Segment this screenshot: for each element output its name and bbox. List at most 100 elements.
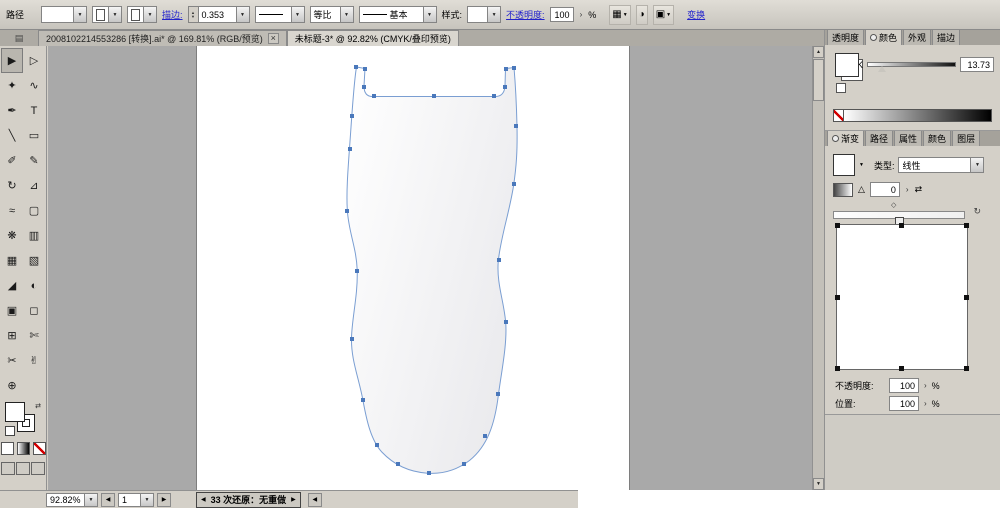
stroke-panel-link[interactable]: 描边: bbox=[162, 8, 183, 21]
reverse-gradient-icon[interactable]: ⇄ bbox=[915, 184, 923, 195]
tab-layers[interactable]: 图层 bbox=[952, 130, 980, 146]
screen-mode-menubar-button[interactable] bbox=[16, 462, 30, 475]
none-mode-button[interactable] bbox=[33, 442, 46, 455]
pencil-tool[interactable]: ✎ bbox=[23, 148, 45, 173]
opacity-panel-link[interactable]: 不透明度: bbox=[506, 8, 545, 21]
rotate-tool[interactable]: ↻ bbox=[1, 173, 23, 198]
symbol-sprayer-tool[interactable]: ❋ bbox=[1, 223, 23, 248]
next-icon[interactable]: ▶ bbox=[291, 496, 296, 503]
gradient-type-combo[interactable]: 线性 ▼ bbox=[898, 157, 984, 173]
fill-swatch[interactable] bbox=[5, 402, 25, 422]
chevron-down-icon[interactable]: ▼ bbox=[291, 7, 304, 22]
anchor-point[interactable] bbox=[361, 398, 365, 402]
zoom-tool[interactable]: ⊕ bbox=[1, 373, 23, 398]
gradient-fill-icon[interactable] bbox=[833, 183, 853, 197]
brush-definition-combo[interactable]: 基本 ▼ bbox=[359, 6, 437, 23]
uniform-profile-combo[interactable]: 等比 ▼ bbox=[310, 6, 354, 23]
tab-color[interactable]: 颜色 bbox=[865, 29, 902, 45]
crop-area-tool[interactable]: ⊞ bbox=[1, 323, 23, 348]
mesh-tool[interactable]: ▦ bbox=[1, 248, 23, 273]
gradient-angle-input[interactable]: 0 bbox=[870, 182, 900, 197]
stroke-weight-spinner[interactable]: ▲▼ bbox=[189, 7, 199, 22]
transform-panel-link[interactable]: 变换 bbox=[687, 8, 705, 21]
gradient-tool[interactable]: ▧ bbox=[23, 248, 45, 273]
mini-swatch[interactable] bbox=[836, 83, 846, 93]
scroll-down-icon[interactable]: ▼ bbox=[813, 478, 824, 490]
hand-tool[interactable]: ✌ bbox=[23, 348, 45, 373]
anchor-point[interactable] bbox=[512, 66, 516, 70]
vertical-scrollbar[interactable]: ▲ ▼ bbox=[812, 46, 824, 490]
chevron-down-icon[interactable]: ▼ bbox=[487, 7, 500, 22]
grayscale-ramp[interactable] bbox=[844, 109, 992, 122]
anchor-point[interactable] bbox=[363, 67, 367, 71]
fill-color-combo[interactable]: ▼ bbox=[41, 6, 87, 23]
anchor-point[interactable] bbox=[514, 124, 518, 128]
blend-tool[interactable]: ◐ bbox=[23, 273, 45, 298]
scale-tool[interactable]: ⊿ bbox=[23, 173, 45, 198]
preview-handle[interactable] bbox=[964, 366, 969, 371]
chevron-down-icon[interactable]: ▼ bbox=[859, 162, 864, 168]
recolor-artwork-button[interactable]: ▦ ▼ bbox=[609, 5, 630, 25]
scroll-up-icon[interactable]: ▲ bbox=[813, 46, 824, 58]
anchor-point[interactable] bbox=[504, 67, 508, 71]
stroke-weight-input[interactable]: ▲▼ 0.353 ▼ bbox=[188, 6, 250, 23]
scissors-tool[interactable]: ✂ bbox=[1, 348, 23, 373]
tab-transparency[interactable]: 透明度 bbox=[827, 29, 864, 45]
anchor-point[interactable] bbox=[348, 147, 352, 151]
next-page-button[interactable]: ▶ bbox=[157, 493, 171, 507]
anchor-point[interactable] bbox=[345, 209, 349, 213]
anchor-point[interactable] bbox=[354, 65, 358, 69]
spinner-down-icon[interactable]: ▼ bbox=[191, 15, 195, 19]
selection-tool[interactable]: ▶ bbox=[1, 48, 23, 73]
gradient-slider[interactable]: ◇ ↻ bbox=[833, 204, 981, 220]
live-paint-selection-tool[interactable]: ◻ bbox=[23, 298, 45, 323]
scroll-left-icon[interactable]: ◀ bbox=[308, 493, 322, 507]
chevron-down-icon[interactable]: ▼ bbox=[970, 158, 983, 172]
undo-status-box[interactable]: ◀ 33 次还原：无重做 ▶ bbox=[196, 492, 301, 508]
vector-path[interactable] bbox=[347, 67, 517, 473]
direct-selection-tool[interactable]: ▷ bbox=[23, 48, 45, 73]
live-paint-bucket-tool[interactable]: ▣ bbox=[1, 298, 23, 323]
chevron-down-icon[interactable]: ▼ bbox=[73, 7, 86, 22]
position-step-icon[interactable]: › bbox=[923, 399, 928, 408]
preview-handle[interactable] bbox=[835, 295, 840, 300]
tab-color-2[interactable]: 颜色 bbox=[923, 130, 951, 146]
chevron-down-icon[interactable]: ▼ bbox=[84, 494, 97, 506]
anchor-point[interactable] bbox=[483, 434, 487, 438]
chevron-down-icon[interactable]: ▼ bbox=[108, 7, 121, 22]
close-icon[interactable]: × bbox=[268, 33, 279, 44]
slice-tool[interactable]: ✄ bbox=[23, 323, 45, 348]
preview-handle[interactable] bbox=[899, 223, 904, 228]
gradient-swatch[interactable] bbox=[833, 154, 855, 176]
anchor-point[interactable] bbox=[462, 462, 466, 466]
fill-proxy-swatch[interactable] bbox=[835, 53, 859, 77]
anchor-point[interactable] bbox=[427, 471, 431, 475]
opacity-step-icon[interactable]: › bbox=[923, 381, 928, 390]
tab-gradient[interactable]: 渐变 bbox=[827, 130, 864, 146]
stroke-swatch-button[interactable]: ▼ bbox=[127, 6, 157, 23]
default-fill-stroke-icon[interactable] bbox=[5, 426, 15, 436]
gradient-rotate-icon[interactable]: ↻ bbox=[973, 206, 981, 217]
swap-fill-stroke-icon[interactable]: ⇄ bbox=[35, 402, 41, 410]
anchor-point[interactable] bbox=[497, 258, 501, 262]
anchor-point[interactable] bbox=[496, 392, 500, 396]
line-segment-tool[interactable]: ╲ bbox=[1, 123, 23, 148]
k-slider-handle[interactable] bbox=[878, 66, 886, 72]
screen-mode-full-button[interactable] bbox=[31, 462, 45, 475]
rectangle-tool[interactable]: ▭ bbox=[23, 123, 45, 148]
preview-handle[interactable] bbox=[835, 223, 840, 228]
gradient-midpoint-icon[interactable]: ◇ bbox=[891, 201, 896, 209]
preview-handle[interactable] bbox=[964, 223, 969, 228]
none-swatch[interactable] bbox=[833, 109, 844, 122]
chevron-down-icon[interactable]: ▼ bbox=[236, 7, 249, 22]
screen-mode-normal-button[interactable] bbox=[1, 462, 15, 475]
anchor-point[interactable] bbox=[503, 85, 507, 89]
graphic-style-combo[interactable]: ▼ bbox=[467, 6, 501, 23]
paintbrush-tool[interactable]: ✐ bbox=[1, 148, 23, 173]
opacity-input[interactable]: 100 bbox=[550, 7, 574, 22]
anchor-point[interactable] bbox=[375, 443, 379, 447]
zoom-level-combo[interactable]: 92.82% ▼ bbox=[46, 493, 98, 507]
angle-step-icon[interactable]: › bbox=[905, 185, 910, 194]
path-artwork[interactable] bbox=[48, 46, 812, 490]
anchor-point[interactable] bbox=[350, 114, 354, 118]
